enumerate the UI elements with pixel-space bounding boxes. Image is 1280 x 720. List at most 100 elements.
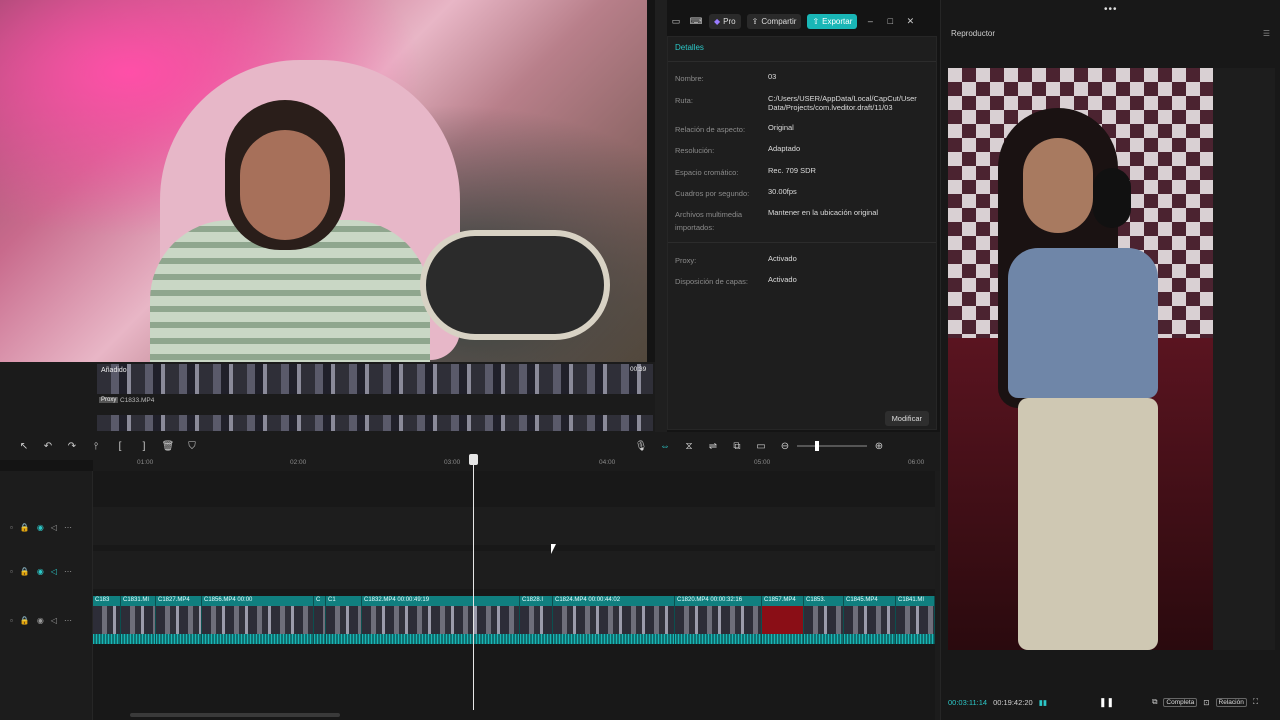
pane-divider[interactable] bbox=[655, 0, 667, 432]
cover-icon[interactable]: ▫ bbox=[10, 523, 13, 532]
caption-icon[interactable]: ▭ bbox=[749, 441, 773, 452]
ruler-tick: 02:00 bbox=[290, 459, 307, 466]
current-timecode: 00:03:11:14 bbox=[948, 697, 988, 707]
crop-icon[interactable]: ⧉ bbox=[1152, 697, 1157, 707]
ratio-button[interactable]: Relación bbox=[1215, 697, 1247, 707]
video-preview[interactable] bbox=[948, 68, 1275, 650]
marker-icon[interactable]: ⛉ bbox=[180, 441, 204, 452]
zoom-slider[interactable] bbox=[797, 441, 867, 451]
playhead-line[interactable] bbox=[473, 455, 474, 710]
select-tool-icon[interactable]: ↖ bbox=[12, 441, 36, 452]
fullscreen-icon[interactable]: ⛶ bbox=[1253, 697, 1258, 707]
timeline-scrollbar[interactable] bbox=[130, 713, 340, 717]
timeline-clip[interactable]: C1831.MI bbox=[121, 596, 156, 644]
editor-topbar: ▭ ⌨ ◆ Pro ⇪ Compartir ⇧ Exportar – □ ✕ bbox=[655, 8, 940, 34]
clip-filename: C1833.MP4 bbox=[120, 397, 155, 404]
main-video-track: C183 C1831.MI C1827.MP4 C1856.MP4 00:00 … bbox=[93, 596, 935, 644]
lock-icon[interactable]: 🔒 bbox=[20, 567, 30, 576]
snap-icon[interactable]: ⧖ bbox=[677, 441, 701, 452]
playhead-handle[interactable] bbox=[469, 454, 478, 465]
timeline-clip[interactable]: C1841.MI bbox=[896, 596, 935, 644]
singer-face bbox=[1023, 138, 1093, 233]
timeline-clip[interactable]: C1820.MP4 00:00:32:16 bbox=[675, 596, 762, 644]
trim-left-icon[interactable]: [ bbox=[108, 441, 132, 452]
track-headers: ▫ 🔒 ◉ ◁ ⋯ ▫ 🔒 ◉ ◁ ⋯ ▫ 🔒 ◉ ◁ ⋯ bbox=[0, 471, 93, 720]
more-icon[interactable]: ⋯ bbox=[64, 523, 72, 532]
layout-icon[interactable]: ▭ bbox=[669, 16, 683, 27]
audio-icon[interactable]: ◁ bbox=[51, 616, 57, 625]
pause-icon[interactable]: ❚❚ bbox=[1099, 697, 1114, 708]
lock-icon[interactable]: 🔒 bbox=[20, 523, 30, 532]
maximize-icon[interactable]: □ bbox=[883, 16, 897, 26]
more-icon[interactable]: ⋯ bbox=[64, 616, 72, 625]
minimize-icon[interactable]: – bbox=[863, 16, 877, 26]
timeline-clip[interactable]: C1856.MP4 00:00 bbox=[202, 596, 314, 644]
timeline-clip[interactable]: C1824.MP4 00:00:44:02 bbox=[553, 596, 675, 644]
details-title: Detalles bbox=[675, 43, 704, 52]
timeline-clip[interactable]: C1827.MP4 bbox=[156, 596, 202, 644]
singer-top bbox=[1008, 248, 1158, 398]
player-panel: ••• Reproductor ☰ 00:03:11:14 00:19:42:2… bbox=[940, 0, 1280, 720]
track-row-1[interactable] bbox=[93, 507, 935, 545]
timeline-clip[interactable]: C1845.MP4 bbox=[844, 596, 896, 644]
menu-icon[interactable]: ☰ bbox=[1263, 29, 1270, 38]
clip-duration: 00:39 bbox=[630, 366, 647, 373]
split-icon[interactable]: ⫯ bbox=[84, 441, 108, 452]
added-label: Añadido bbox=[101, 367, 127, 374]
eye-icon[interactable]: ◉ bbox=[37, 567, 44, 576]
timeline-clip[interactable]: C183 bbox=[93, 596, 121, 644]
share-button[interactable]: ⇪ Compartir bbox=[746, 13, 802, 29]
timeline-clip[interactable]: C1832.MP4 00:00:49:19 bbox=[362, 596, 520, 644]
media-thumbnail-strip[interactable] bbox=[97, 364, 653, 394]
zoom-out-icon[interactable]: ⊖ bbox=[773, 441, 797, 452]
audio-icon[interactable]: ◁ bbox=[51, 567, 57, 576]
export-button[interactable]: ⇧ Exportar bbox=[807, 13, 858, 29]
cover-icon[interactable]: ▫ bbox=[10, 567, 13, 576]
zoom-slider-thumb[interactable] bbox=[815, 441, 819, 451]
modify-button[interactable]: Modificar bbox=[884, 411, 929, 426]
player-title: Reproductor bbox=[951, 29, 996, 38]
microphone bbox=[420, 230, 610, 340]
webcam-overlay bbox=[0, 0, 647, 362]
record-audio-icon[interactable]: 🎙 bbox=[629, 441, 653, 452]
split-audio-icon[interactable]: ⧉ bbox=[725, 441, 749, 452]
keyboard-icon[interactable]: ⌨ bbox=[689, 16, 703, 27]
timeline-clip[interactable]: C bbox=[314, 596, 326, 644]
trim-right-icon[interactable]: ] bbox=[132, 441, 156, 452]
fit-icon[interactable]: ⊡ bbox=[1203, 698, 1209, 707]
close-icon[interactable]: ✕ bbox=[903, 16, 917, 27]
ruler-tick: 05:00 bbox=[754, 459, 771, 466]
audio-meter-icon: ▮▮ bbox=[1038, 697, 1047, 707]
timeline-clip[interactable]: C1857.MP4 bbox=[762, 596, 804, 644]
pro-button[interactable]: ◆ Pro bbox=[709, 13, 741, 29]
ruler-tick: 06:00 bbox=[908, 459, 925, 466]
player-controls: 00:03:11:14 00:19:42:20 ▮▮ ❚❚ ⧉ Completa… bbox=[941, 692, 1280, 712]
diamond-icon: ◆ bbox=[714, 16, 721, 26]
timeline-clip[interactable]: C1 bbox=[326, 596, 362, 644]
delete-icon[interactable]: 🗑 bbox=[156, 441, 180, 452]
cover-icon[interactable]: ▫ bbox=[10, 616, 13, 625]
more-icon[interactable]: ⋯ bbox=[64, 567, 72, 576]
preview-axis-icon[interactable]: ⇌ bbox=[701, 441, 725, 452]
timeline-ruler[interactable]: 01:00 02:00 03:00 04:00 05:00 06:00 bbox=[93, 455, 940, 471]
redo-icon[interactable]: ↷ bbox=[60, 441, 84, 452]
media-thumbnail-strip-2[interactable] bbox=[97, 415, 653, 431]
timeline-clip[interactable]: C1828.I bbox=[520, 596, 553, 644]
more-icon[interactable]: ••• bbox=[1104, 4, 1118, 15]
timeline-clip[interactable]: C1853. bbox=[804, 596, 844, 644]
full-quality-button[interactable]: Completa bbox=[1163, 697, 1198, 707]
media-clip-strip: Añadido 00:39 Proxy C1833.MP4 bbox=[0, 362, 660, 432]
ruler-tick: 03:00 bbox=[444, 459, 461, 466]
zoom-in-icon[interactable]: ⊕ bbox=[867, 441, 891, 452]
divider bbox=[668, 61, 936, 62]
track-row-2[interactable] bbox=[93, 551, 935, 589]
track-header-2: ▫ 🔒 ◉ ◁ ⋯ bbox=[10, 567, 72, 576]
ruler-tick: 01:00 bbox=[137, 459, 154, 466]
audio-icon[interactable]: ◁ bbox=[51, 523, 57, 532]
undo-icon[interactable]: ↶ bbox=[36, 441, 60, 452]
details-panel: Detalles Nombre: 03 Ruta: C:/Users/USER/… bbox=[667, 36, 937, 430]
link-icon[interactable]: ⇔ bbox=[653, 441, 677, 452]
eye-icon[interactable]: ◉ bbox=[37, 616, 44, 625]
lock-icon[interactable]: 🔒 bbox=[20, 616, 30, 625]
eye-icon[interactable]: ◉ bbox=[37, 523, 44, 532]
